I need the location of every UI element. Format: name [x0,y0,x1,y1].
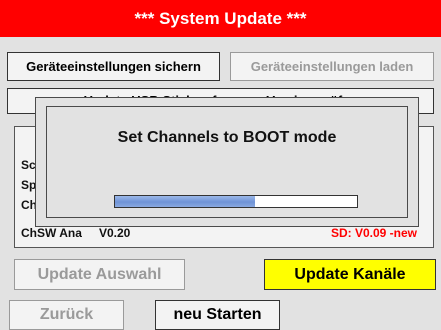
boot-mode-dialog: Set Channels to BOOT mode [35,97,419,227]
progress-bar [114,195,358,208]
update-selection-button[interactable]: Update Auswahl [14,259,185,290]
info-label-chsw: ChSW Ana [21,226,82,240]
restart-button[interactable]: neu Starten [155,300,280,330]
progress-bar-fill [115,196,256,207]
window-title: *** System Update *** [0,0,441,37]
back-button[interactable]: Zurück [9,300,124,330]
dialog-frame: Set Channels to BOOT mode [46,106,408,218]
info-label-row-1: Sc [21,158,36,172]
new-version-note: SD: V0.09 -new [330,226,417,240]
load-settings-button[interactable]: Geräteeinstellungen laden [230,52,434,81]
dialog-title: Set Channels to BOOT mode [117,129,337,146]
update-channels-button[interactable]: Update Kanäle [264,259,436,290]
chsw-version-value: V0.20 [99,226,131,240]
save-settings-button[interactable]: Geräteeinstellungen sichern [7,52,220,81]
